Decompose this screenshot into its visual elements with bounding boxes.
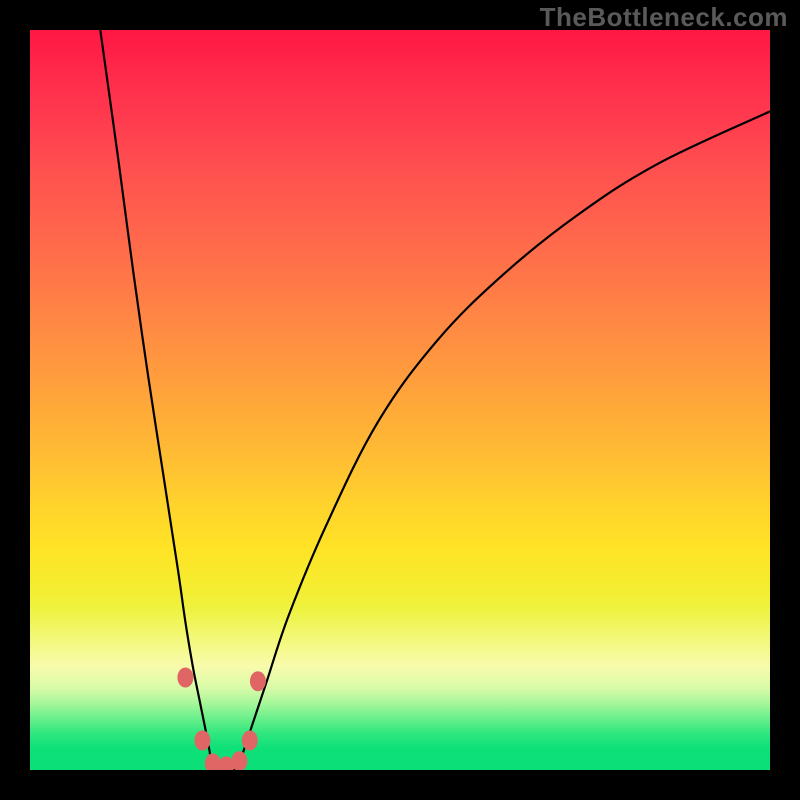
curve-left-branch [100,30,212,770]
curve-svg [30,30,770,770]
marker-group [177,668,266,771]
plot-area [30,30,770,770]
watermark-text: TheBottleneck.com [540,2,788,33]
chart-frame: TheBottleneck.com [0,0,800,800]
curve-right-branch [237,111,770,770]
data-marker [231,751,247,770]
data-marker [194,730,210,750]
data-marker [250,671,266,691]
data-marker [177,668,193,688]
data-marker [242,730,258,750]
